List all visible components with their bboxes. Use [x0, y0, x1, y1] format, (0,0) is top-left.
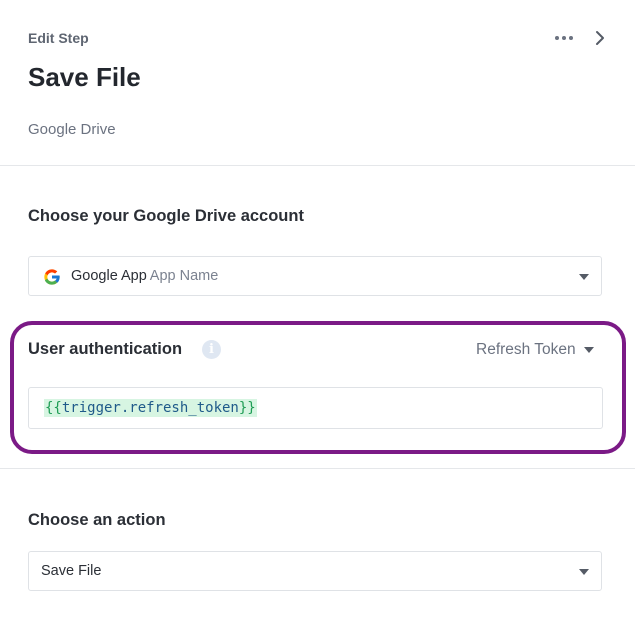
info-icon[interactable]: i	[202, 340, 221, 359]
account-app-label: Google App	[71, 268, 147, 284]
panel-header: Edit Step Save File Google Drive	[0, 0, 635, 166]
caret-down-icon	[579, 274, 589, 280]
section-divider	[0, 468, 635, 469]
auth-section-label: User authentication	[28, 340, 183, 358]
auth-mode-value: Refresh Token	[476, 341, 576, 358]
chip-open-brace: {{	[45, 400, 62, 416]
account-section-label: Choose your Google Drive account	[28, 207, 304, 225]
more-dot	[562, 36, 566, 40]
account-app-name: App Name	[149, 268, 219, 284]
action-section-label: Choose an action	[28, 511, 166, 529]
more-horizontal-icon	[555, 36, 559, 40]
chip-close-brace: }}	[238, 400, 256, 416]
caret-down-icon	[583, 347, 594, 353]
chip-variable-text: trigger.refresh_token	[61, 400, 239, 416]
auth-mode-select[interactable]: Refresh Token	[476, 340, 594, 360]
app-name-subtitle: Google Drive	[28, 121, 116, 138]
action-select[interactable]: Save File	[28, 551, 602, 591]
more-dot	[569, 36, 573, 40]
template-variable-chip: {{trigger.refresh_token}}	[44, 399, 257, 417]
action-select-value: Save File	[41, 563, 102, 579]
eyebrow-label: Edit Step	[28, 30, 89, 46]
edit-step-panel: Edit Step Save File Google Drive Choose …	[0, 0, 635, 622]
caret-down-icon	[579, 569, 589, 575]
google-logo-icon	[44, 269, 61, 285]
refresh-token-input[interactable]: {{trigger.refresh_token}}	[28, 387, 603, 429]
chevron-right-icon	[596, 31, 604, 45]
account-select[interactable]: Google App App Name	[28, 256, 602, 296]
more-options-button[interactable]	[549, 28, 579, 48]
account-select-value: Google App App Name	[71, 268, 218, 284]
page-title: Save File	[28, 62, 141, 92]
next-button[interactable]	[589, 27, 611, 49]
